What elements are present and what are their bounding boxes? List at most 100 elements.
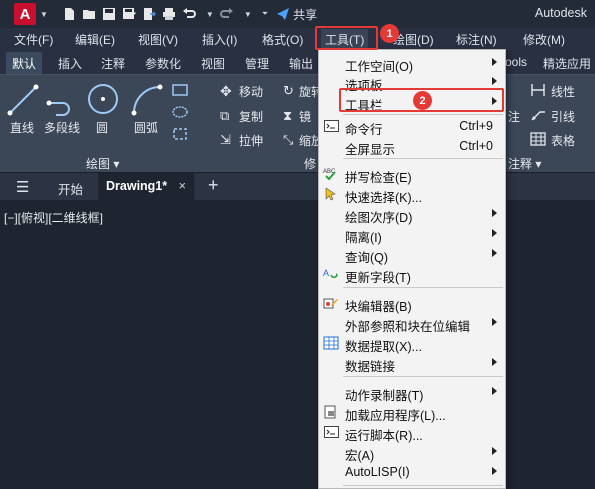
linear-tool-label[interactable]: 线性	[551, 83, 575, 100]
menu-item-action-recorder[interactable]: 动作录制器(T)	[319, 382, 505, 403]
share-button[interactable]: 共享	[276, 6, 317, 23]
tab-tools[interactable]: ools	[505, 55, 527, 69]
save-icon[interactable]	[102, 7, 116, 21]
submenu-arrow-icon	[492, 387, 497, 395]
table-tool-label[interactable]: 表格	[551, 132, 575, 149]
leader-icon[interactable]	[530, 108, 546, 122]
modify-panel-label[interactable]: 修	[304, 155, 316, 172]
customize-qat-icon[interactable]: ⏷	[262, 9, 268, 19]
arc-tool-icon[interactable]	[130, 83, 166, 117]
tab-featured-apps[interactable]: 精选应用	[543, 55, 591, 72]
add-tab-icon[interactable]: +	[208, 175, 219, 196]
menu-file[interactable]: 文件(F)	[14, 31, 53, 48]
menu-view[interactable]: 视图(V)	[138, 31, 178, 48]
polyline-tool-icon[interactable]	[46, 83, 80, 117]
tab-manage[interactable]: 管理	[245, 55, 269, 72]
menu-item-fullscreen[interactable]: 全屏显示 Ctrl+0	[319, 136, 505, 157]
menu-bar: 文件(F) 编辑(E) 视图(V) 插入(I) 格式(O) 工具(T) 绘图(D…	[0, 28, 595, 50]
annotation-panel-label[interactable]: 注释 ▾	[508, 155, 541, 172]
tab-drawing1[interactable]: Drawing1* ×	[98, 173, 194, 201]
table-icon[interactable]	[530, 132, 546, 146]
hatch-tool-icon[interactable]	[172, 105, 188, 119]
tab-output[interactable]: 输出	[289, 55, 313, 72]
annotation-label[interactable]: 注	[508, 108, 520, 125]
tab-start[interactable]: 开始	[58, 179, 83, 198]
hamburger-menu-icon[interactable]: ☰	[16, 178, 29, 196]
menu-item-spellcheck[interactable]: ABC 拼写检查(E)	[319, 164, 505, 185]
linear-dimension-icon[interactable]	[530, 83, 546, 97]
line-tool-icon[interactable]	[6, 83, 40, 117]
menu-item-data-extraction[interactable]: 数据提取(X)...	[319, 333, 505, 354]
spellcheck-icon: ABC	[323, 167, 339, 181]
menu-dimension[interactable]: 标注(N)	[456, 31, 497, 48]
save-as-icon[interactable]	[122, 7, 136, 21]
mirror-tool-label[interactable]: 镜	[299, 108, 311, 125]
app-menu-caret-icon[interactable]: ▼	[40, 10, 48, 19]
circle-tool-icon[interactable]	[86, 81, 120, 117]
line-tool-label[interactable]: 直线	[10, 119, 34, 136]
block-editor-icon	[323, 296, 339, 310]
menu-item-isolate[interactable]: 隔离(I)	[319, 224, 505, 245]
plot-icon[interactable]	[162, 7, 176, 21]
menu-item-xref-inplace-edit[interactable]: 外部参照和块在位编辑	[319, 313, 505, 334]
menu-item-update-fields[interactable]: A 更新字段(T)	[319, 264, 505, 285]
circle-tool-label[interactable]: 圆	[96, 119, 108, 136]
viewport-controls[interactable]: [−][俯视][二维线框]	[4, 209, 103, 226]
open-folder-icon[interactable]	[82, 7, 96, 21]
move-tool-label[interactable]: 移动	[239, 83, 263, 100]
stretch-icon[interactable]: ⇲	[220, 132, 231, 148]
undo-icon[interactable]	[182, 7, 196, 21]
tab-default[interactable]: 默认	[6, 52, 43, 75]
menu-edit[interactable]: 编辑(E)	[75, 31, 115, 48]
menu-item-draw-order[interactable]: 绘图次序(D)	[319, 204, 505, 225]
menu-modify[interactable]: 修改(M)	[523, 31, 565, 48]
menu-format[interactable]: 格式(O)	[262, 31, 303, 48]
undo-dropdown-icon[interactable]: ▼	[206, 10, 214, 19]
submenu-arrow-icon	[492, 467, 497, 475]
app-title: Autodesk	[534, 6, 587, 20]
quick-access-toolbar: A ▼ ▼ ▼ ⏷ 共享 Autodesk	[0, 0, 595, 28]
copy-tool-label[interactable]: 复制	[239, 108, 263, 125]
menu-item-autolisp[interactable]: AutoLISP(I)	[319, 462, 505, 482]
leader-tool-label[interactable]: 引线	[551, 108, 575, 125]
menu-item-quick-select[interactable]: 快速选择(K)...	[319, 184, 505, 205]
submenu-arrow-icon	[492, 58, 497, 66]
rotate-icon[interactable]: ↻	[283, 83, 294, 99]
menu-insert[interactable]: 插入(I)	[202, 31, 237, 48]
drawing-tab-label: Drawing1*	[106, 179, 168, 193]
mirror-icon[interactable]: ⧗	[283, 108, 292, 124]
rectangle-tool-icon[interactable]	[172, 83, 188, 97]
menu-item-run-script[interactable]: 运行脚本(R)...	[319, 422, 505, 443]
draw-panel-label[interactable]: 绘图 ▾	[86, 155, 119, 172]
share-icon	[277, 8, 290, 20]
menu-item-workspace[interactable]: 工作空间(O)	[319, 53, 505, 74]
web-mobile-icon[interactable]	[142, 7, 156, 21]
tab-parametric[interactable]: 参数化	[145, 55, 181, 72]
menu-item-block-editor[interactable]: 块编辑器(B)	[319, 293, 505, 314]
menu-item-command-line[interactable]: 命令行 Ctrl+9	[319, 116, 505, 137]
tab-view[interactable]: 视图	[201, 55, 225, 72]
redo-dropdown-icon[interactable]: ▼	[244, 10, 252, 19]
autocad-logo[interactable]: A	[14, 3, 36, 25]
polyline-tool-label[interactable]: 多段线	[44, 119, 80, 136]
menu-item-inquiry[interactable]: 查询(Q)	[319, 244, 505, 265]
menu-separator	[343, 376, 503, 377]
close-tab-icon[interactable]: ×	[179, 179, 186, 193]
menu-draw[interactable]: 绘图(D)	[393, 31, 434, 48]
tab-annotate[interactable]: 注释	[101, 55, 125, 72]
submenu-arrow-icon	[492, 358, 497, 366]
scale-icon[interactable]: ⤡	[283, 132, 293, 148]
tools-dropdown-menu: 工作空间(O) 选项板 工具栏 命令行 Ctrl+9 全屏显示 Ctrl+0 ABC…	[318, 49, 506, 489]
arc-tool-label[interactable]: 圆弧	[134, 119, 158, 136]
copy-icon[interactable]: ⧉	[220, 108, 229, 124]
redo-icon[interactable]	[219, 7, 234, 21]
boundary-tool-icon[interactable]	[172, 127, 188, 141]
menu-item-data-links[interactable]: 数据链接	[319, 353, 505, 374]
svg-text:A: A	[323, 268, 329, 278]
menu-item-load-application[interactable]: 加载应用程序(L)...	[319, 402, 505, 423]
new-file-icon[interactable]	[62, 7, 76, 21]
move-icon[interactable]: ✥	[220, 83, 232, 100]
stretch-tool-label[interactable]: 拉伸	[239, 132, 263, 149]
tab-insert[interactable]: 插入	[58, 55, 82, 72]
menu-item-macro[interactable]: 宏(A)	[319, 442, 505, 463]
